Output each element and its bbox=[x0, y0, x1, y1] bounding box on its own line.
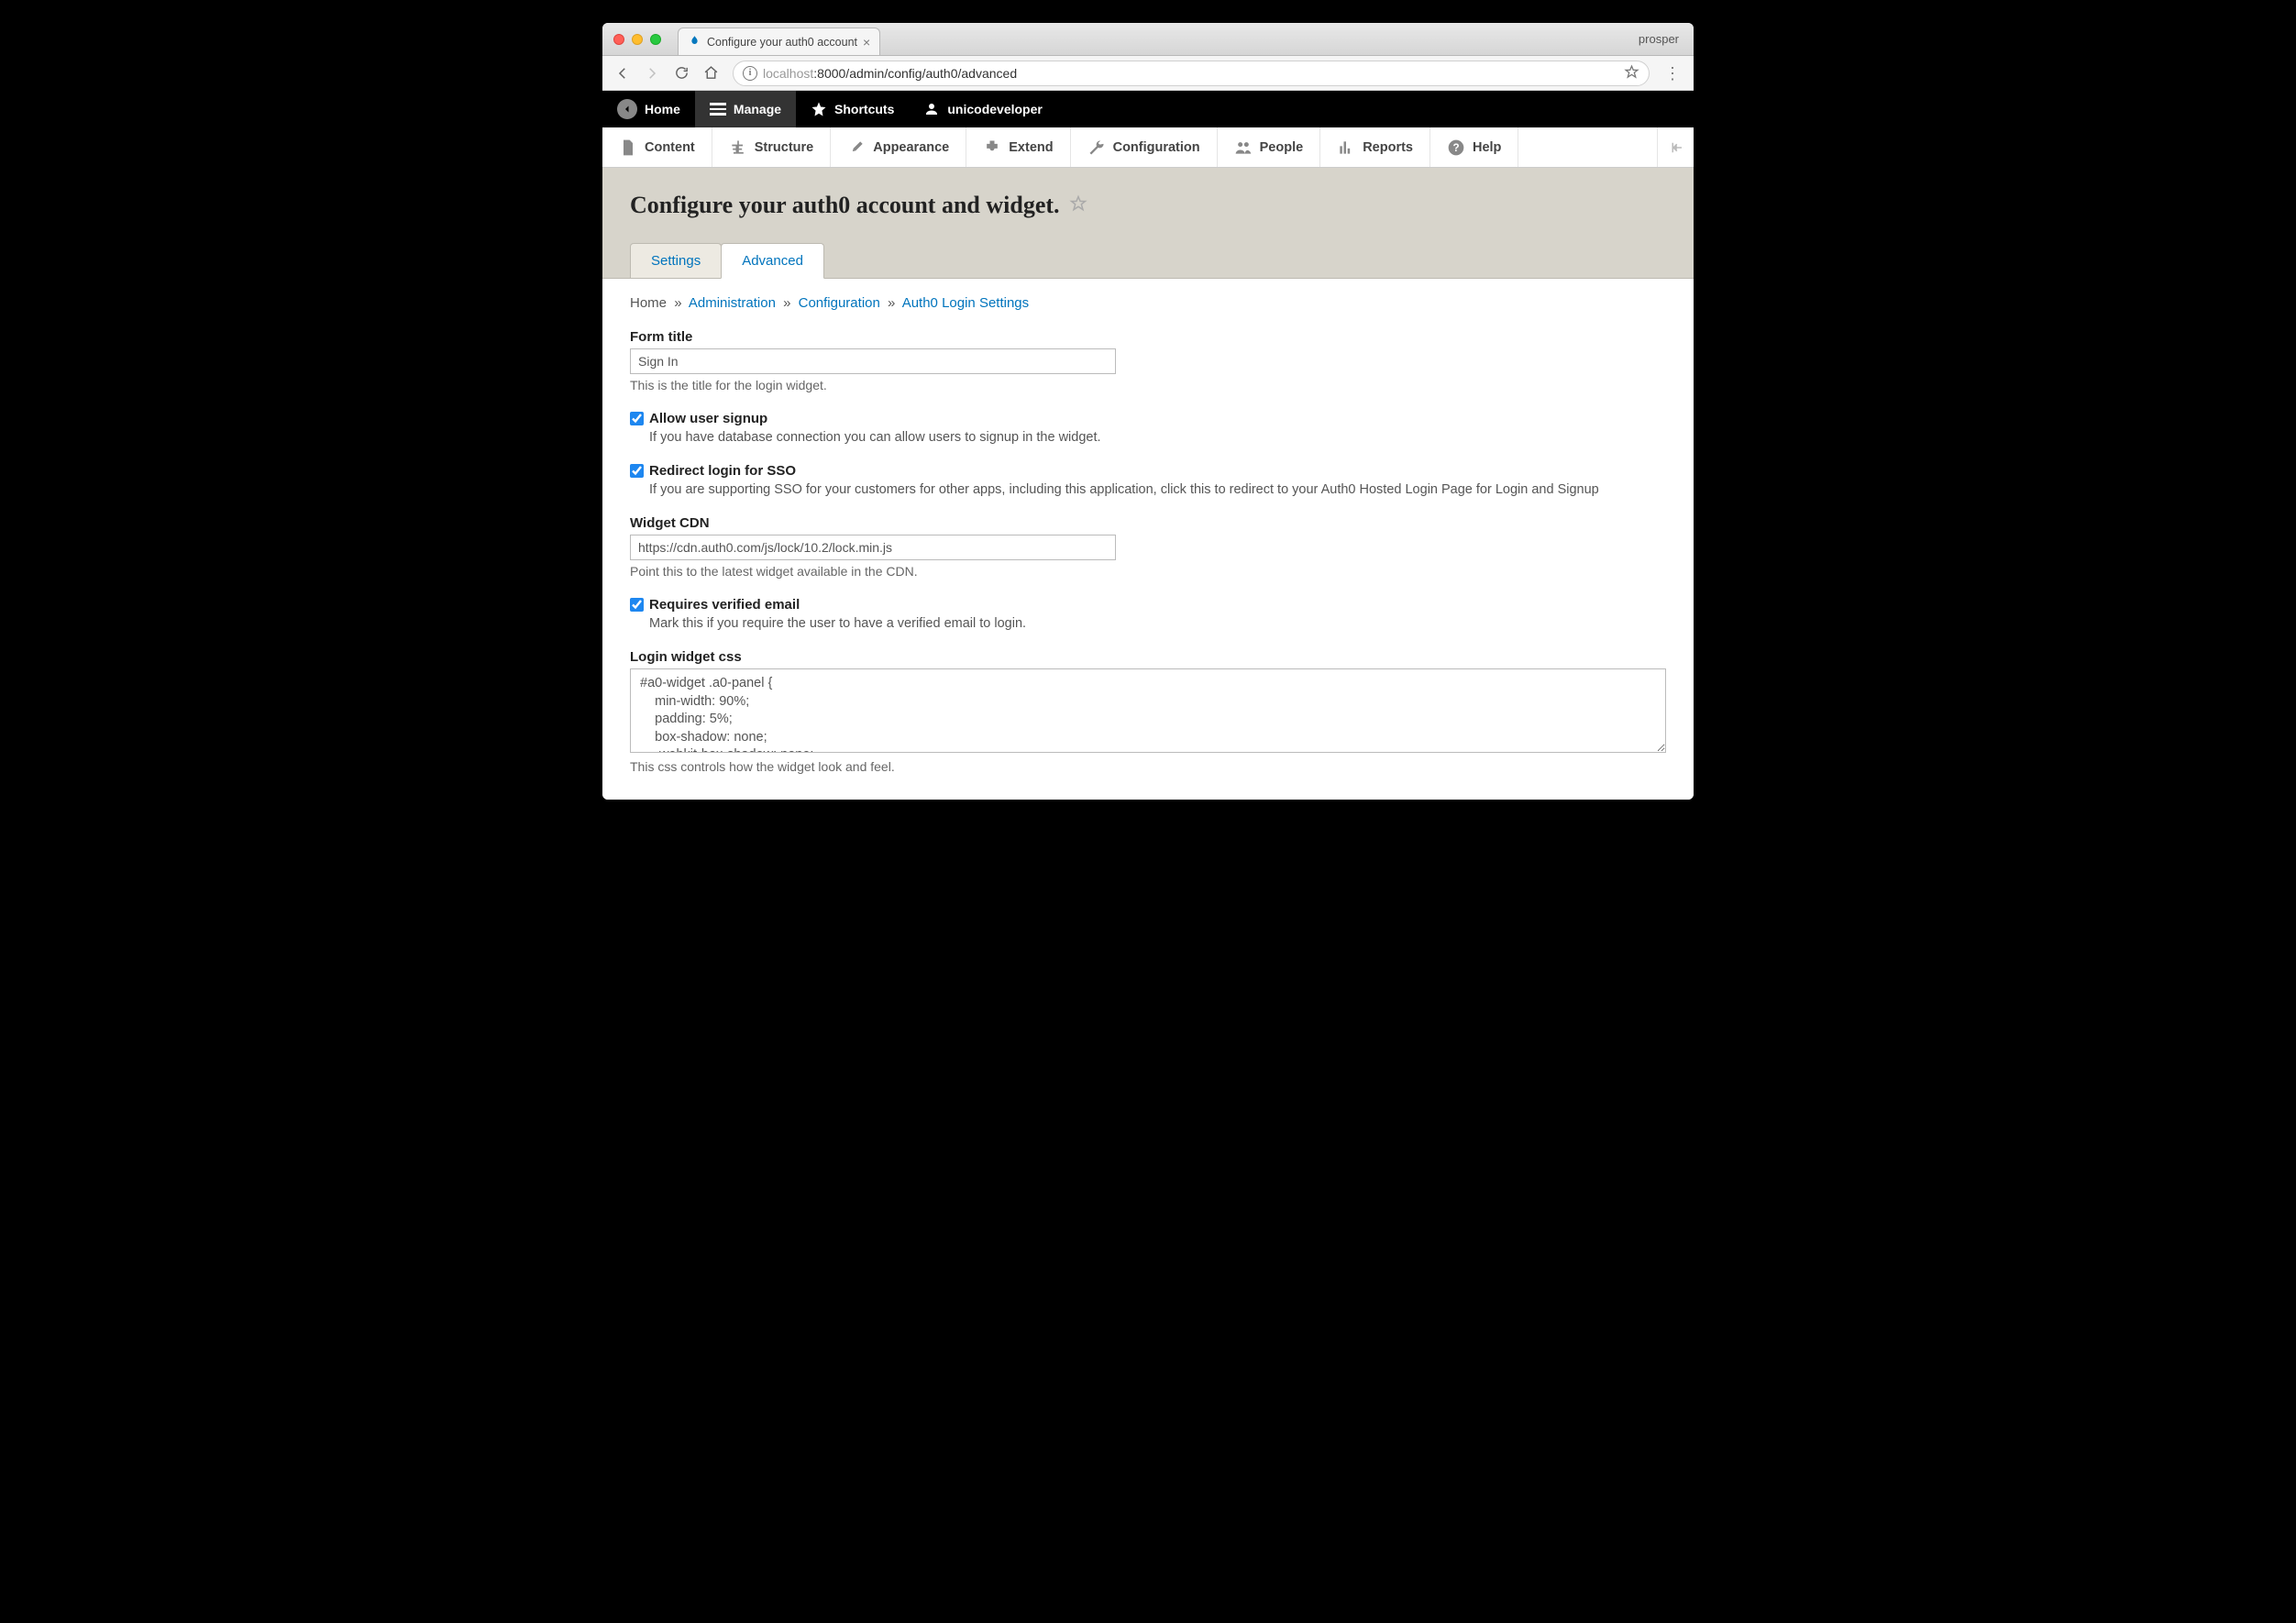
mac-titlebar: Configure your auth0 account × prosper bbox=[602, 23, 1694, 56]
form-item-verified-email: Requires verified email Mark this if you… bbox=[630, 597, 1666, 631]
structure-icon bbox=[729, 138, 747, 157]
tab-title: Configure your auth0 account bbox=[707, 36, 857, 49]
allow-signup-description: If you have database connection you can … bbox=[649, 430, 1666, 445]
widget-cdn-label: Widget CDN bbox=[630, 515, 1666, 531]
login-css-description: This css controls how the widget look an… bbox=[630, 759, 1666, 774]
admin-user-label: unicodeveloper bbox=[947, 102, 1042, 116]
tool-people[interactable]: People bbox=[1218, 127, 1321, 167]
favorite-star-icon[interactable] bbox=[1069, 192, 1087, 219]
admin-home-button[interactable]: Home bbox=[602, 91, 695, 127]
tool-people-label: People bbox=[1260, 140, 1304, 155]
breadcrumb-auth0[interactable]: Auth0 Login Settings bbox=[902, 295, 1029, 311]
admin-toolbar: Home Manage Shortcuts unicodeveloper bbox=[602, 91, 1694, 127]
toolbar-collapse-button[interactable] bbox=[1657, 127, 1694, 167]
secondary-toolbar: Content Structure Appearance Extend Conf… bbox=[602, 127, 1694, 168]
minimize-window-button[interactable] bbox=[632, 34, 643, 45]
form-title-description: This is the title for the login widget. bbox=[630, 378, 1666, 392]
form-item-widget-cdn: Widget CDN Point this to the latest widg… bbox=[630, 515, 1666, 579]
verified-email-checkbox[interactable] bbox=[630, 598, 644, 612]
hamburger-icon bbox=[710, 103, 726, 116]
breadcrumb-administration[interactable]: Administration bbox=[689, 295, 776, 311]
tab-advanced[interactable]: Advanced bbox=[721, 243, 824, 279]
widget-cdn-input[interactable] bbox=[630, 535, 1116, 560]
widget-cdn-description: Point this to the latest widget availabl… bbox=[630, 564, 1666, 579]
verified-email-label: Requires verified email bbox=[649, 597, 800, 613]
document-icon bbox=[619, 138, 637, 157]
tool-content-label: Content bbox=[645, 140, 695, 155]
url-text: localhost:8000/admin/config/auth0/advanc… bbox=[763, 66, 1017, 81]
admin-home-label: Home bbox=[645, 102, 680, 116]
star-icon bbox=[811, 101, 827, 117]
chrome-profile-name[interactable]: prosper bbox=[1639, 32, 1679, 46]
page-content: Home » Administration » Configuration » … bbox=[602, 278, 1694, 800]
browser-tab[interactable]: Configure your auth0 account × bbox=[678, 28, 880, 55]
drupal-favicon bbox=[688, 35, 701, 49]
bookmark-star-icon[interactable] bbox=[1624, 64, 1639, 83]
tool-configuration-label: Configuration bbox=[1113, 140, 1200, 155]
breadcrumb-home: Home bbox=[630, 295, 667, 311]
login-css-textarea[interactable] bbox=[630, 668, 1666, 753]
tool-reports[interactable]: Reports bbox=[1320, 127, 1430, 167]
back-circle-icon bbox=[617, 99, 637, 119]
zoom-window-button[interactable] bbox=[650, 34, 661, 45]
redirect-sso-label: Redirect login for SSO bbox=[649, 463, 796, 479]
browser-toolbar: i localhost:8000/admin/config/auth0/adva… bbox=[602, 56, 1694, 91]
breadcrumb-configuration[interactable]: Configuration bbox=[799, 295, 880, 311]
window-controls bbox=[613, 34, 661, 45]
site-info-icon[interactable]: i bbox=[743, 66, 757, 81]
close-window-button[interactable] bbox=[613, 34, 624, 45]
tool-appearance[interactable]: Appearance bbox=[831, 127, 966, 167]
tool-extend-label: Extend bbox=[1009, 140, 1053, 155]
tool-help[interactable]: ? Help bbox=[1430, 127, 1518, 167]
help-icon: ? bbox=[1447, 138, 1465, 157]
admin-user-button[interactable]: unicodeveloper bbox=[909, 91, 1056, 127]
login-css-label: Login widget css bbox=[630, 649, 1666, 665]
form-item-redirect-sso: Redirect login for SSO If you are suppor… bbox=[630, 463, 1666, 497]
admin-manage-label: Manage bbox=[734, 102, 781, 116]
page-title: Configure your auth0 account and widget. bbox=[630, 192, 1666, 219]
browser-window: Configure your auth0 account × prosper i… bbox=[602, 23, 1694, 800]
appearance-icon bbox=[847, 138, 866, 157]
tool-structure-label: Structure bbox=[755, 140, 813, 155]
people-icon bbox=[1234, 138, 1253, 157]
redirect-sso-checkbox[interactable] bbox=[630, 464, 644, 478]
forward-button bbox=[639, 61, 665, 86]
form-title-input[interactable] bbox=[630, 348, 1116, 374]
address-bar[interactable]: i localhost:8000/admin/config/auth0/adva… bbox=[733, 61, 1650, 86]
home-button[interactable] bbox=[698, 61, 723, 86]
reload-button[interactable] bbox=[668, 61, 694, 86]
redirect-sso-description: If you are supporting SSO for your custo… bbox=[649, 482, 1666, 497]
admin-manage-button[interactable]: Manage bbox=[695, 91, 796, 127]
user-icon bbox=[923, 101, 940, 117]
page-header: Configure your auth0 account and widget.… bbox=[602, 168, 1694, 278]
tab-settings[interactable]: Settings bbox=[630, 243, 722, 278]
tool-extend[interactable]: Extend bbox=[966, 127, 1070, 167]
reports-icon bbox=[1337, 138, 1355, 157]
local-tabs: Settings Advanced bbox=[630, 243, 1666, 278]
form-item-allow-signup: Allow user signup If you have database c… bbox=[630, 411, 1666, 445]
verified-email-description: Mark this if you require the user to hav… bbox=[649, 616, 1666, 631]
tool-help-label: Help bbox=[1473, 140, 1501, 155]
tab-close-icon[interactable]: × bbox=[863, 35, 870, 50]
page-title-text: Configure your auth0 account and widget. bbox=[630, 192, 1060, 219]
form-title-label: Form title bbox=[630, 329, 1666, 345]
admin-shortcuts-button[interactable]: Shortcuts bbox=[796, 91, 909, 127]
wrench-icon bbox=[1087, 138, 1106, 157]
svg-text:?: ? bbox=[1452, 142, 1459, 154]
allow-signup-label: Allow user signup bbox=[649, 411, 767, 426]
tool-appearance-label: Appearance bbox=[873, 140, 949, 155]
tool-content[interactable]: Content bbox=[602, 127, 712, 167]
breadcrumb: Home » Administration » Configuration » … bbox=[630, 295, 1666, 311]
form-item-form-title: Form title This is the title for the log… bbox=[630, 329, 1666, 392]
allow-signup-checkbox[interactable] bbox=[630, 412, 644, 425]
tool-reports-label: Reports bbox=[1363, 140, 1413, 155]
admin-shortcuts-label: Shortcuts bbox=[834, 102, 894, 116]
tool-configuration[interactable]: Configuration bbox=[1071, 127, 1218, 167]
back-button[interactable] bbox=[610, 61, 635, 86]
form-item-login-css: Login widget css This css controls how t… bbox=[630, 649, 1666, 774]
tool-structure[interactable]: Structure bbox=[712, 127, 831, 167]
browser-menu-icon[interactable]: ⋮ bbox=[1664, 65, 1681, 82]
extend-icon bbox=[983, 138, 1001, 157]
